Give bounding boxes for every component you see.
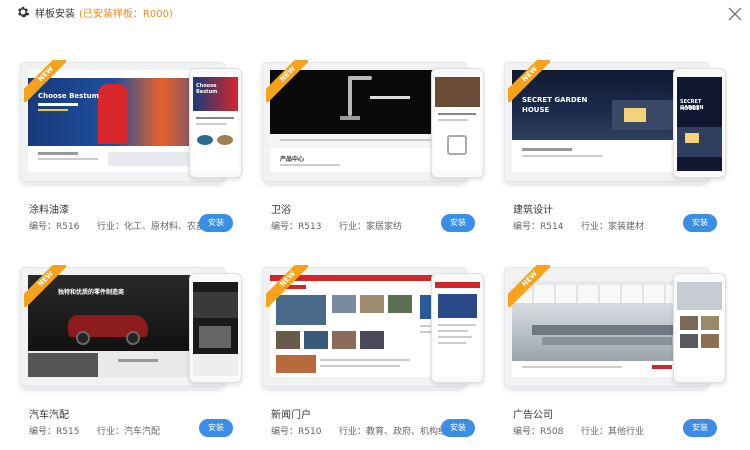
template-industry: 行业：教育、政府、机构组织 [339,427,457,437]
template-code: 编号：R513 [271,222,322,232]
monitor-stand [24,182,221,186]
install-button[interactable]: 安装 [683,214,717,232]
template-thumbnail[interactable]: 独特和优质的零件制造商 NEW [20,263,245,391]
installed-template-status: (已安装样板：R000) [79,9,173,20]
template-thumbnail[interactable]: NEW [504,263,729,391]
install-button[interactable]: 安装 [199,419,233,437]
mobile-preview [431,68,484,178]
template-card[interactable]: SECRET GARDEN HOUSE SECRET GARDEN HOUSE … [504,58,729,258]
template-card[interactable]: 独特和优质的零件制造商 NEW 汽车汽配 编号：R515 行业：汽车汽配 安装 [20,263,245,450]
dialog-title: 样板安装 (已安装样板：R000) [35,5,173,20]
template-thumbnail[interactable]: Choose Bestum Choose Bestum NEW [20,58,245,186]
new-badge: NEW [24,265,66,307]
screen-subheadline: HOUSE [522,106,550,114]
mobile-preview [189,273,242,383]
mobile-preview: Choose Bestum [189,68,242,178]
monitor-stand [508,182,705,186]
template-name: 新闻门户 [271,410,311,421]
template-card[interactable]: 产品中心 NEW 卫浴 编号：R513 行业：家居家纺 安装 [262,58,487,258]
template-thumbnail[interactable]: SECRET GARDEN HOUSE SECRET GARDEN HOUSE … [504,58,729,186]
mobile-headline: Choose Bestum [196,83,218,95]
template-industry: 行业：家居家纺 [339,222,403,232]
template-card[interactable]: Choose Bestum Choose Bestum NEW 涂料油漆 编号：… [20,58,245,258]
template-code: 编号：R514 [513,222,564,232]
new-badge: NEW [266,60,308,102]
mobile-preview [431,273,484,383]
new-badge: NEW [508,265,550,307]
monitor-stand [508,387,705,391]
template-name: 广告公司 [513,410,553,421]
template-card[interactable]: NEW 新闻门户 编号：R510 行业：教育、政府、机构组织 安装 [262,263,487,450]
new-badge: NEW [508,60,550,102]
template-code: 编号：R508 [513,427,564,437]
install-button[interactable]: 安装 [199,214,233,232]
install-button[interactable]: 安装 [683,419,717,437]
template-industry: 行业：家装建材 [581,222,645,232]
template-name: 汽车汽配 [29,410,69,421]
template-code: 编号：R516 [29,222,80,232]
gear-icon [18,6,30,18]
monitor-stand [266,387,463,391]
install-button[interactable]: 安装 [441,419,475,437]
template-industry: 行业：化工、原材料、农畜牧 [97,222,215,232]
template-industry: 行业：汽车汽配 [97,427,161,437]
template-name: 卫浴 [271,205,291,216]
mobile-subheadline: HOUSE [680,106,700,112]
mobile-preview [673,273,726,383]
template-name: 涂料油漆 [29,205,69,216]
template-name: 建筑设计 [513,205,553,216]
template-code: 编号：R515 [29,427,80,437]
new-badge: NEW [24,60,66,102]
template-thumbnail[interactable]: NEW [262,263,487,391]
template-thumbnail[interactable]: 产品中心 NEW [262,58,487,186]
template-code: 编号：R510 [271,427,322,437]
new-badge: NEW [266,265,308,307]
template-industry: 行业：其他行业 [581,427,645,437]
screen-headline: 独特和优质的零件制造商 [58,289,125,296]
dialog-header: 样板安装 (已安装样板：R000) [0,0,750,26]
monitor-stand [24,387,221,391]
mobile-preview: SECRET GARDEN HOUSE [673,68,726,178]
dialog-title-text: 样板安装 [35,9,75,20]
install-button[interactable]: 安装 [441,214,475,232]
monitor-stand [266,182,463,186]
screen-headline: 产品中心 [280,156,305,163]
close-icon[interactable] [727,6,743,22]
template-card[interactable]: NEW 广告公司 编号：R508 行业：其他行业 安装 [504,263,729,450]
